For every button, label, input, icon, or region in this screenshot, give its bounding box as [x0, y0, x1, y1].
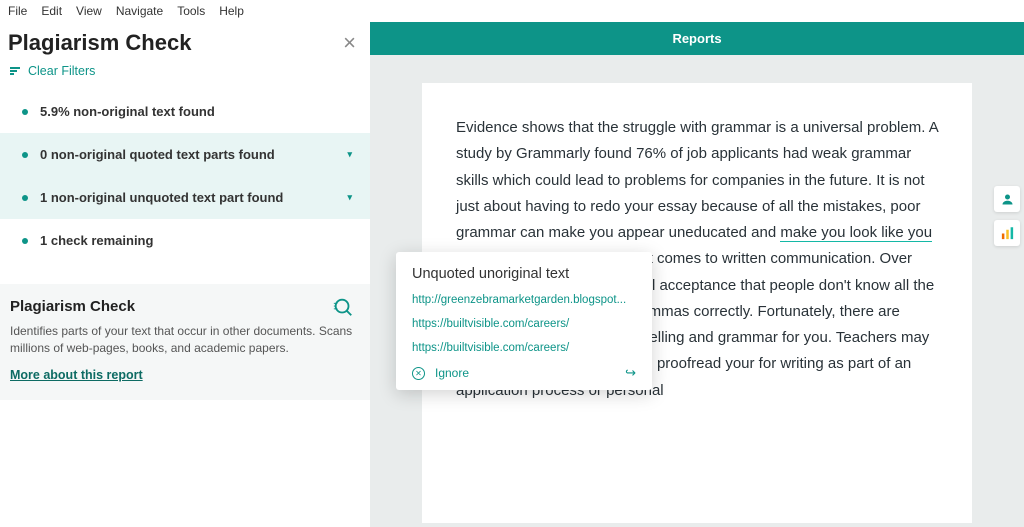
profile-chip[interactable] — [994, 186, 1020, 212]
result-row-label: 1 non-original unquoted text part found — [40, 190, 283, 205]
left-panel: × Plagiarism Check Clear Filters 5.9% no… — [0, 22, 370, 527]
source-link[interactable]: http://greenzebramarketgarden.blogspot..… — [412, 294, 636, 306]
bullet-icon — [22, 152, 28, 158]
info-body: Identifies parts of your text that occur… — [8, 323, 358, 358]
result-row[interactable]: 1 check remaining — [0, 219, 370, 262]
source-link[interactable]: https://builtvisible.com/careers/ — [412, 342, 636, 354]
bullet-icon — [22, 238, 28, 244]
menu-view[interactable]: View — [76, 4, 102, 18]
result-row-label: 5.9% non-original text found — [40, 104, 215, 119]
result-row-label: 1 check remaining — [40, 233, 153, 248]
unoriginal-popup: Unquoted unoriginal text http://greenzeb… — [396, 252, 652, 390]
source-link[interactable]: https://builtvisible.com/careers/ — [412, 318, 636, 330]
menu-navigate[interactable]: Navigate — [116, 4, 163, 18]
menu-help[interactable]: Help — [219, 4, 244, 18]
result-row[interactable]: 0 non-original quoted text parts found ▾ — [0, 133, 370, 176]
highlighted-text[interactable]: make you look like you — [780, 224, 932, 242]
chevron-down-icon[interactable]: ▾ — [347, 192, 352, 203]
clear-filters-label: Clear Filters — [28, 64, 95, 78]
close-icon[interactable]: × — [343, 30, 356, 56]
ignore-x-icon[interactable]: ✕ — [412, 367, 425, 380]
filter-icon — [10, 67, 20, 75]
ignore-button[interactable]: Ignore — [435, 366, 469, 380]
menu-tools[interactable]: Tools — [177, 4, 205, 18]
menu-file[interactable]: File — [8, 4, 27, 18]
more-report-link[interactable]: More about this report — [8, 368, 143, 382]
bullet-icon — [22, 195, 28, 201]
panel-title: Plagiarism Check — [0, 26, 370, 62]
popup-title: Unquoted unoriginal text — [412, 266, 636, 282]
arrow-right-icon[interactable]: ↪ — [625, 365, 636, 381]
reports-tab[interactable]: Reports — [370, 22, 1024, 55]
chevron-down-icon[interactable]: ▾ — [347, 149, 352, 160]
info-card: Plagiarism Check Identifies parts of you… — [0, 284, 370, 400]
menubar: File Edit View Navigate Tools Help — [0, 0, 1024, 22]
clear-filters-button[interactable]: Clear Filters — [0, 62, 370, 90]
doc-text: Evidence shows that the struggle with gr… — [456, 119, 938, 241]
magnify-icon[interactable] — [332, 296, 354, 323]
result-row[interactable]: 1 non-original unquoted text part found … — [0, 176, 370, 219]
result-row-label: 0 non-original quoted text parts found — [40, 147, 275, 162]
info-title: Plagiarism Check — [8, 298, 358, 315]
bullet-icon — [22, 109, 28, 115]
result-row[interactable]: 5.9% non-original text found — [0, 90, 370, 133]
stats-chip[interactable] — [994, 220, 1020, 246]
side-chips — [994, 186, 1020, 246]
menu-edit[interactable]: Edit — [41, 4, 62, 18]
